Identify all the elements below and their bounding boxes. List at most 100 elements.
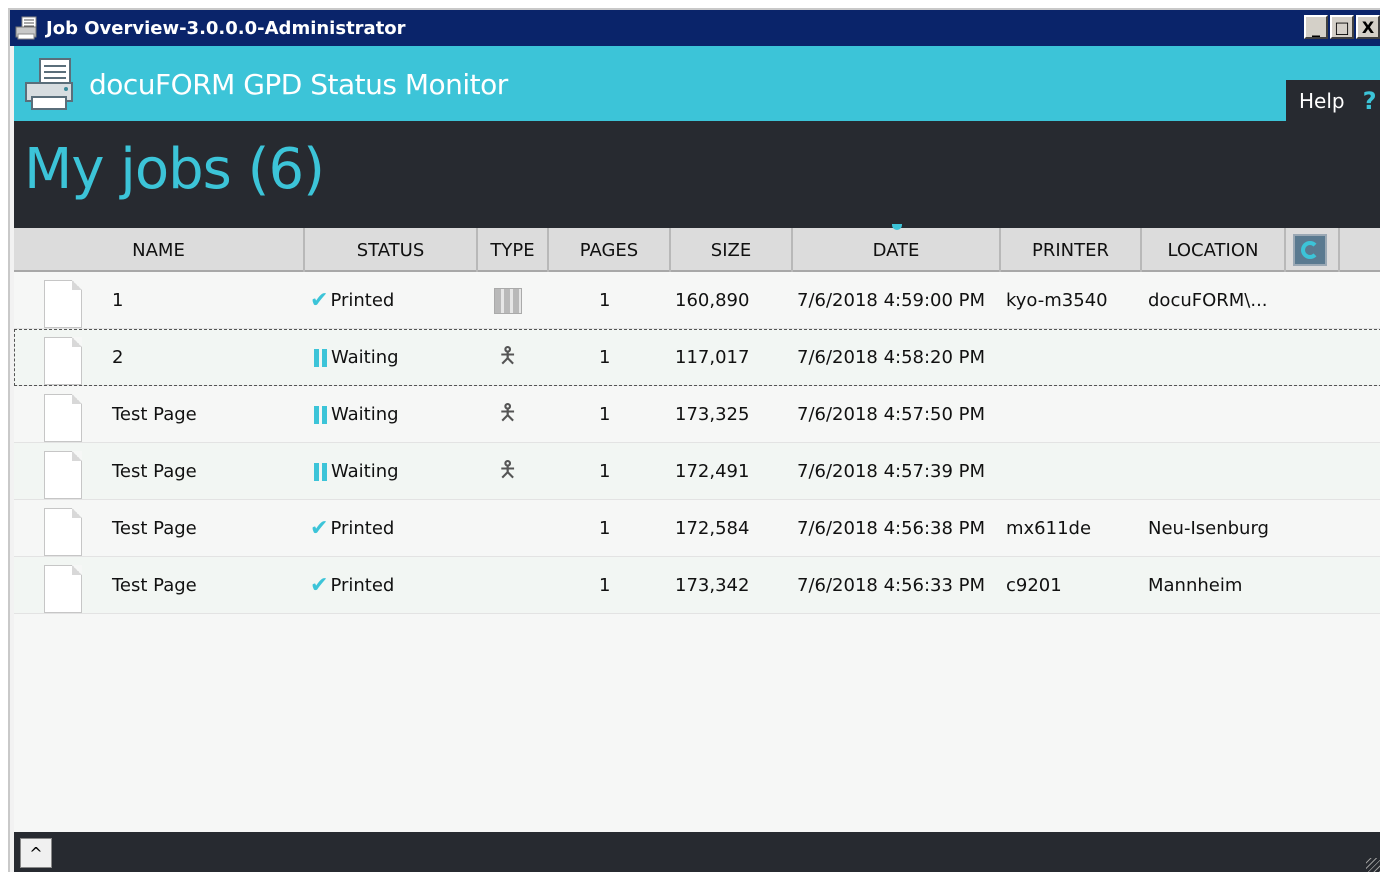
document-icon <box>44 565 82 613</box>
job-size: 160,890 <box>675 290 750 311</box>
help-question-icon: ? <box>1362 86 1377 115</box>
job-status-label: Printed <box>330 575 395 596</box>
table-row[interactable]: Test Page Waiting 🯅 1 173,325 7/6/2018 4… <box>14 386 1380 443</box>
job-size: 172,491 <box>675 461 750 482</box>
column-divider <box>1336 228 1340 272</box>
job-size: 173,325 <box>675 404 750 425</box>
minimize-button[interactable]: _ <box>1304 15 1328 39</box>
grid-icon <box>494 287 522 314</box>
document-icon <box>44 280 82 328</box>
job-size: 172,584 <box>675 518 750 539</box>
job-size: 173,342 <box>675 575 750 596</box>
maximize-button[interactable]: □ <box>1330 15 1354 39</box>
job-pages: 1 <box>599 347 611 368</box>
printer-logo-icon <box>22 57 78 111</box>
job-pages: 1 <box>599 290 611 311</box>
document-icon <box>44 394 82 442</box>
job-type: 🯅 <box>498 443 517 500</box>
column-header-type[interactable]: TYPE <box>478 228 549 272</box>
pause-icon <box>314 405 327 424</box>
document-icon <box>44 337 82 385</box>
job-status: Waiting <box>314 443 399 500</box>
document-icon <box>44 451 82 499</box>
job-type: 🯅 <box>498 329 517 386</box>
job-name: 2 <box>112 347 124 368</box>
jobs-table-body: 1 ✔ Printed 1 160,890 7/6/2018 4:59:00 P… <box>14 272 1380 832</box>
job-status-label: Waiting <box>331 404 399 425</box>
expand-panel-button[interactable]: ^ <box>20 838 52 868</box>
chevron-up-icon: ^ <box>29 843 43 863</box>
page-title: My jobs (6) <box>24 137 325 202</box>
job-pages: 1 <box>599 575 611 596</box>
job-printer: kyo-m3540 <box>1006 290 1108 311</box>
table-row[interactable]: Test Page ✔ Printed 1 173,342 7/6/2018 4… <box>14 557 1380 614</box>
job-pages: 1 <box>599 518 611 539</box>
job-pages: 1 <box>599 404 611 425</box>
job-type <box>494 272 522 329</box>
column-header-name[interactable]: NAME <box>14 228 305 272</box>
person-icon: 🯅 <box>498 457 518 483</box>
app-header: docuFORM GPD Status Monitor Help ? <box>14 46 1380 121</box>
job-type: 🯅 <box>498 386 517 443</box>
table-row[interactable]: 1 ✔ Printed 1 160,890 7/6/2018 4:59:00 P… <box>14 272 1380 329</box>
job-size: 117,017 <box>675 347 750 368</box>
job-pages: 1 <box>599 461 611 482</box>
footer-bar: ^ <box>14 832 1380 872</box>
window-controls: _ □ X <box>1304 15 1380 39</box>
column-header-pages[interactable]: PAGES <box>549 228 671 272</box>
refresh-button[interactable] <box>1293 234 1327 266</box>
job-status-label: Printed <box>330 518 395 539</box>
job-name: Test Page <box>112 575 197 596</box>
column-header-printer[interactable]: PRINTER <box>1001 228 1142 272</box>
document-icon <box>44 508 82 556</box>
column-header-date[interactable]: DATE <box>793 228 1001 272</box>
table-row[interactable]: Test Page Waiting 🯅 1 172,491 7/6/2018 4… <box>14 443 1380 500</box>
job-printer: mx611de <box>1006 518 1092 539</box>
job-printer: c9201 <box>1006 575 1062 596</box>
column-header-status[interactable]: STATUS <box>305 228 478 272</box>
pause-icon <box>314 348 327 367</box>
window-title: Job Overview-3.0.0.0-Administrator <box>46 17 406 39</box>
check-icon: ✔ <box>310 573 329 598</box>
title-bar[interactable]: Job Overview-3.0.0.0-Administrator _ □ X <box>10 10 1380 46</box>
job-status: ✔ Printed <box>310 272 394 329</box>
job-location: Neu-Isenburg <box>1148 518 1269 539</box>
app-title: docuFORM GPD Status Monitor <box>89 68 508 101</box>
app-window: Job Overview-3.0.0.0-Administrator _ □ X… <box>8 8 1380 872</box>
job-status: ✔ Printed <box>310 500 394 557</box>
resize-grip-icon[interactable] <box>1366 858 1380 872</box>
help-button[interactable]: Help ? <box>1286 80 1380 121</box>
job-name: 1 <box>112 290 124 311</box>
check-icon: ✔ <box>310 516 329 541</box>
job-name: Test Page <box>112 461 197 482</box>
close-button[interactable]: X <box>1356 15 1380 39</box>
job-status-label: Waiting <box>331 347 399 368</box>
help-label: Help <box>1299 88 1345 113</box>
job-date: 7/6/2018 4:57:50 PM <box>797 404 986 425</box>
job-status-label: Waiting <box>331 461 399 482</box>
table-header: NAME STATUS TYPE PAGES SIZE DATE PRINTER… <box>14 224 1380 272</box>
job-date: 7/6/2018 4:56:33 PM <box>797 575 986 596</box>
job-name: Test Page <box>112 404 197 425</box>
job-date: 7/6/2018 4:58:20 PM <box>797 347 986 368</box>
job-status: Waiting <box>314 329 399 386</box>
pause-icon <box>314 462 327 481</box>
job-date: 7/6/2018 4:59:00 PM <box>797 290 986 311</box>
person-icon: 🯅 <box>498 343 518 369</box>
page-header: My jobs (6) <box>14 121 1380 226</box>
job-status: Waiting <box>314 386 399 443</box>
job-location: docuFORM\... <box>1148 290 1268 311</box>
job-date: 7/6/2018 4:57:39 PM <box>797 461 986 482</box>
printer-app-icon <box>14 15 40 41</box>
check-icon: ✔ <box>310 288 329 313</box>
job-status-label: Printed <box>330 290 395 311</box>
table-row[interactable]: 2 Waiting 🯅 1 117,017 7/6/2018 4:58:20 P… <box>14 329 1380 386</box>
column-header-location[interactable]: LOCATION <box>1142 228 1286 272</box>
job-status: ✔ Printed <box>310 557 394 614</box>
job-date: 7/6/2018 4:56:38 PM <box>797 518 986 539</box>
column-header-size[interactable]: SIZE <box>671 228 793 272</box>
job-name: Test Page <box>112 518 197 539</box>
job-location: Mannheim <box>1148 575 1243 596</box>
table-row[interactable]: Test Page ✔ Printed 1 172,584 7/6/2018 4… <box>14 500 1380 557</box>
refresh-icon <box>1301 241 1319 259</box>
